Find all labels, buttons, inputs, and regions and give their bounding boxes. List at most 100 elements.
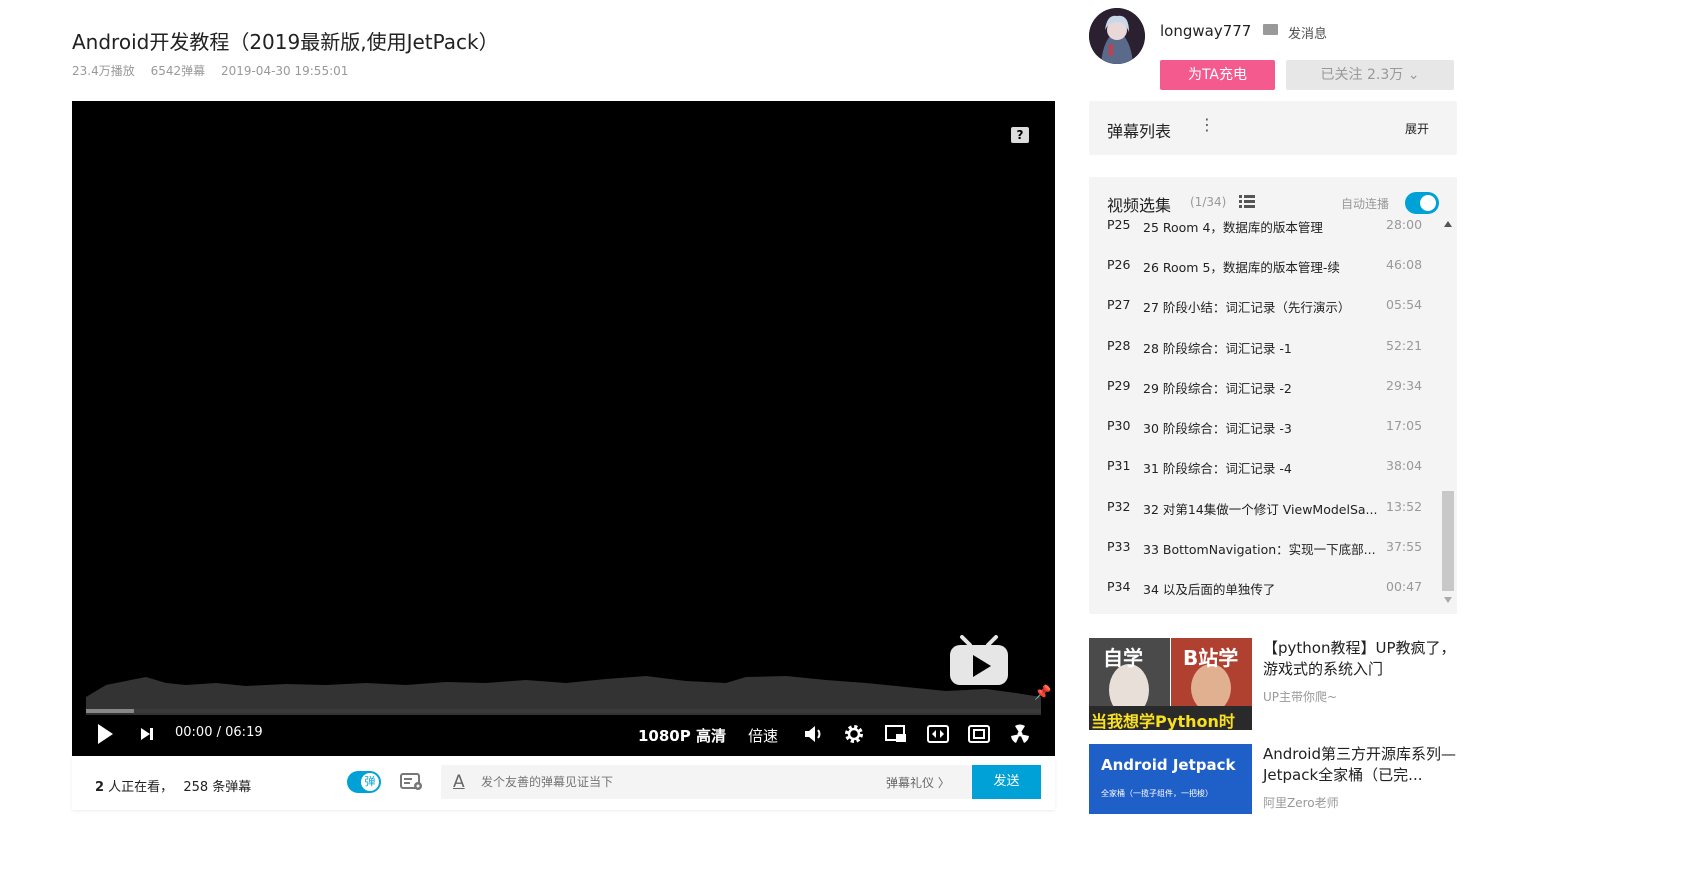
episode-item[interactable]: P25 25 Room 4，数据库的版本管理 28:00 [1089, 215, 1439, 235]
volume-icon[interactable] [804, 725, 824, 743]
recommended-video[interactable]: 自学 B站学 当我想学Python时 【python教程】UP教疯了，游戏式的系… [1089, 638, 1457, 732]
more-options-icon[interactable]: ⋮ [1199, 115, 1215, 134]
danmaku-toggle-label: 弹 [361, 773, 379, 791]
recommended-video-author[interactable]: UP主带你爬~ [1263, 688, 1337, 705]
time-current: 00:00 [175, 725, 213, 740]
danmaku-count: 6542弹幕 [150, 64, 206, 78]
thumbnail-caption: 当我想学Python时 [1091, 712, 1235, 730]
episode-item[interactable]: P27 27 阶段小结：词汇记录（先行演示） 05:54 [1089, 295, 1439, 315]
play-icon[interactable] [96, 723, 114, 745]
autoplay-toggle[interactable] [1405, 192, 1439, 214]
episode-title: 27 阶段小结：词汇记录（先行演示） [1143, 300, 1351, 315]
picture-in-picture-icon[interactable] [885, 725, 907, 743]
video-meta: 23.4万播放 6542弹幕 2019-04-30 19:55:01 [72, 62, 360, 79]
danmaku-send-bar: 2 人正在看， 258 条弹幕 弹 A 弹幕礼仪 〉 发送 [72, 756, 1055, 810]
episode-item[interactable]: P31 31 阶段综合：词汇记录 -4 38:04 [1089, 456, 1439, 476]
episode-duration: 52:21 [1386, 338, 1423, 353]
recommended-video-thumbnail[interactable]: Android Jetpack 全家桶（一揽子组件，一把梭） [1089, 744, 1252, 814]
recommended-video-author[interactable]: 阿里Zero老师 [1263, 794, 1339, 811]
quality-button[interactable]: 1080P 高清 [638, 725, 726, 746]
settings-gear-icon[interactable] [844, 724, 864, 744]
scroll-thumb[interactable] [1442, 491, 1454, 591]
episode-title: 29 阶段综合：词汇记录 -2 [1143, 381, 1292, 396]
danmaku-etiquette-link[interactable]: 弹幕礼仪 〉 [886, 774, 950, 791]
scroll-up-arrow-icon[interactable] [1444, 221, 1452, 227]
speed-button[interactable]: 倍速 [748, 725, 778, 746]
episode-duration: 05:54 [1386, 297, 1423, 312]
pin-icon[interactable]: 📌 [1034, 685, 1051, 701]
episode-list-title: 视频选集 [1107, 196, 1172, 215]
danmaku-toggle[interactable]: 弹 [347, 771, 381, 793]
list-view-icon[interactable] [1239, 195, 1255, 208]
follow-button[interactable]: 已关注 2.3万 ⌄ [1286, 60, 1454, 90]
episode-duration: 29:34 [1386, 378, 1423, 393]
episode-duration: 46:08 [1386, 257, 1423, 272]
episode-item[interactable]: P29 29 阶段综合：词汇记录 -2 29:34 [1089, 376, 1439, 396]
episode-number: P32 [1107, 499, 1131, 514]
avatar-image [1089, 8, 1145, 64]
episode-scrollbar[interactable] [1441, 221, 1455, 607]
thumbnail-text: Android Jetpack [1101, 756, 1236, 774]
font-style-icon[interactable]: A [453, 772, 465, 792]
episode-number: P30 [1107, 418, 1131, 433]
widescreen-icon[interactable] [927, 725, 949, 743]
episode-item[interactable]: P28 28 阶段综合：词汇记录 -1 52:21 [1089, 336, 1439, 356]
episode-item[interactable]: P26 26 Room 5，数据库的版本管理-续 46:08 [1089, 255, 1439, 275]
uploader-name[interactable]: longway777 [1160, 22, 1251, 40]
next-episode-icon[interactable] [140, 727, 154, 741]
danmaku-list-panel[interactable]: 弹幕列表 ⋮ 展开 [1089, 101, 1457, 155]
episode-number: P28 [1107, 338, 1131, 353]
video-title: Android开发教程（2019最新版,使用JetPack） [72, 30, 499, 54]
video-player[interactable]: ? 📌 00:00 / 06:19 1080P 高清 倍速 [72, 101, 1055, 756]
view-count: 23.4万播放 [72, 64, 135, 78]
episode-duration: 13:52 [1386, 499, 1423, 514]
autoplay-toggle-knob [1420, 195, 1436, 211]
web-fullscreen-icon[interactable] [968, 725, 990, 743]
episode-count: (1/34) [1190, 195, 1227, 209]
recommended-video-thumbnail[interactable]: 自学 B站学 当我想学Python时 [1089, 638, 1252, 730]
mail-icon[interactable] [1263, 24, 1278, 35]
danmaku-list-title: 弹幕列表 [1107, 122, 1172, 141]
episode-title: 33 BottomNavigation：实现一下底部... [1143, 542, 1376, 557]
episode-number: P27 [1107, 297, 1131, 312]
recommended-video-title[interactable]: Android第三方开源库系列—Jetpack全家桶（已完... [1263, 744, 1457, 786]
episode-item[interactable]: P30 30 阶段综合：词汇记录 -3 17:05 [1089, 416, 1439, 436]
episode-number: P25 [1107, 217, 1131, 232]
thumbnail-text-left: 自学 [1103, 646, 1143, 670]
fullscreen-radiation-icon[interactable] [1009, 723, 1031, 745]
send-message-link[interactable]: 发消息 [1288, 23, 1327, 42]
episode-duration: 00:47 [1386, 579, 1423, 594]
episode-duration: 38:04 [1386, 458, 1423, 473]
episode-number: P34 [1107, 579, 1131, 594]
help-icon[interactable]: ? [1011, 127, 1029, 143]
expand-button[interactable]: 展开 [1405, 120, 1429, 137]
episode-title: 25 Room 4，数据库的版本管理 [1143, 220, 1323, 235]
scroll-down-arrow-icon[interactable] [1444, 597, 1452, 603]
recommended-video[interactable]: Android Jetpack 全家桶（一揽子组件，一把梭） Android第三… [1089, 744, 1457, 814]
episode-item[interactable]: P34 34 以及后面的单独传了 00:47 [1089, 577, 1439, 597]
autoplay-label: 自动连播 [1341, 197, 1390, 211]
danmaku-input-box: A 弹幕礼仪 〉 [441, 765, 972, 799]
episode-title: 28 阶段综合：词汇记录 -1 [1143, 341, 1292, 356]
time-display: 00:00 / 06:19 [175, 725, 263, 740]
episode-title: 26 Room 5，数据库的版本管理-续 [1143, 260, 1340, 275]
episode-duration: 37:55 [1386, 539, 1423, 554]
time-total: 06:19 [225, 725, 263, 740]
charge-button[interactable]: 为TA充电 [1160, 60, 1275, 90]
publish-date: 2019-04-30 19:55:01 [220, 64, 349, 78]
episode-number: P33 [1107, 539, 1131, 554]
viewers-text: 人正在看， [104, 780, 174, 795]
episode-title: 31 阶段综合：词汇记录 -4 [1143, 461, 1292, 476]
episode-duration: 17:05 [1386, 418, 1423, 433]
danmaku-settings-icon[interactable] [400, 772, 424, 792]
send-danmaku-button[interactable]: 发送 [972, 765, 1041, 799]
episode-title: 32 对第14集做一个修订 ViewModelSa... [1143, 502, 1378, 517]
danmaku-input[interactable] [481, 765, 861, 799]
episode-number: P29 [1107, 378, 1131, 393]
episode-item[interactable]: P33 33 BottomNavigation：实现一下底部... 37:55 [1089, 537, 1439, 557]
time-separator: / [216, 725, 221, 740]
thumbnail-subtext: 全家桶（一揽子组件，一把梭） [1101, 789, 1213, 798]
avatar[interactable] [1089, 8, 1145, 64]
episode-item[interactable]: P32 32 对第14集做一个修订 ViewModelSa... 13:52 [1089, 497, 1439, 517]
recommended-video-title[interactable]: 【python教程】UP教疯了，游戏式的系统入门 [1263, 638, 1457, 680]
